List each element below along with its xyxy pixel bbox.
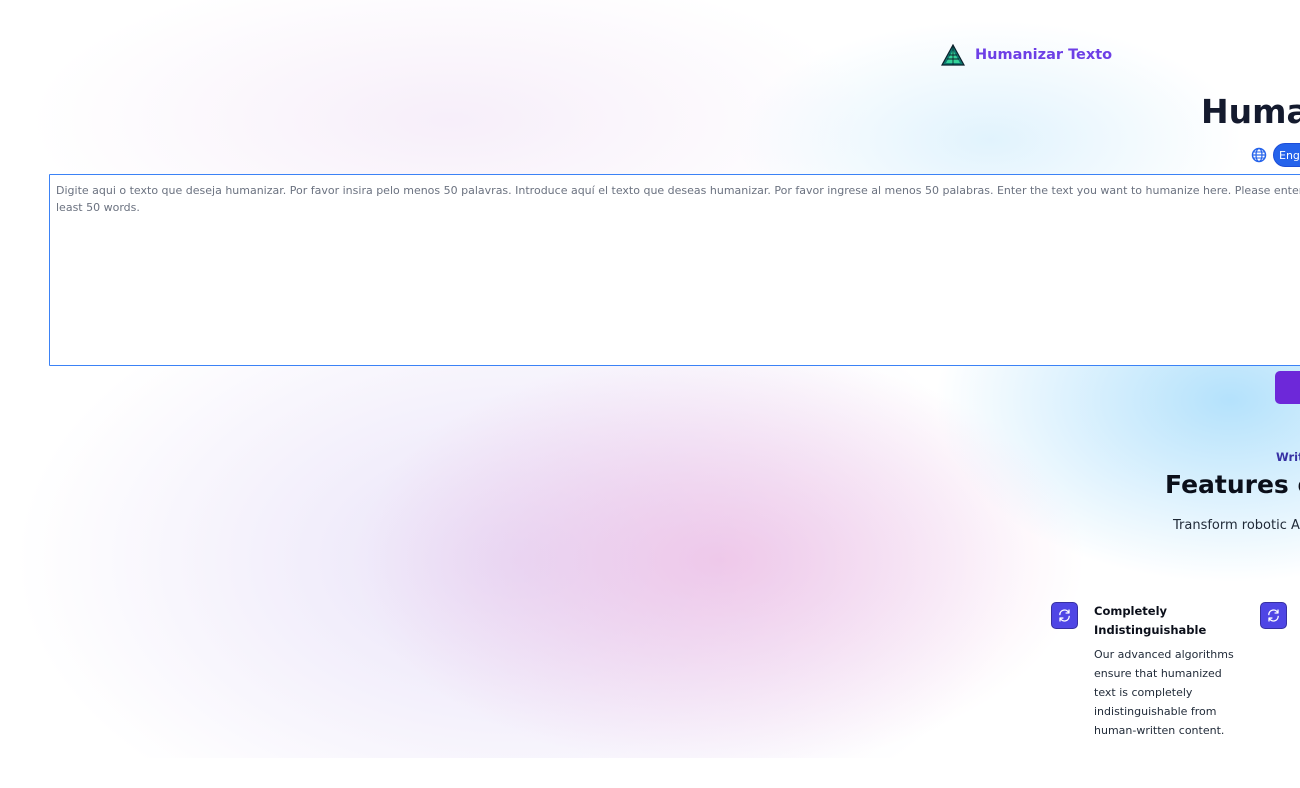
refresh-icon bbox=[1268, 609, 1279, 622]
feature-title-1: Completely Indistinguishable bbox=[1094, 604, 1207, 637]
page: Humanizar Texto Huma Eng Writ Features o… bbox=[0, 0, 1300, 788]
pyramid-logo-icon bbox=[941, 44, 965, 66]
feature-icon-1 bbox=[1051, 602, 1078, 629]
feature-icon-2 bbox=[1260, 602, 1287, 629]
humanize-button[interactable] bbox=[1275, 371, 1300, 404]
features-subtitle: Transform robotic AI bbox=[1173, 518, 1300, 533]
page-title: Huma bbox=[1201, 92, 1300, 131]
features-eyebrow: Writ bbox=[1276, 450, 1300, 464]
globe-icon bbox=[1251, 147, 1267, 163]
text-input[interactable] bbox=[49, 174, 1300, 366]
features-title: Features o bbox=[1165, 470, 1300, 499]
language-select[interactable]: Eng bbox=[1273, 143, 1300, 167]
brand-link[interactable]: Humanizar Texto bbox=[941, 44, 1112, 66]
feature-description-1: Our advanced algorithms ensure that huma… bbox=[1094, 648, 1234, 737]
refresh-icon bbox=[1059, 609, 1070, 622]
brand-name: Humanizar Texto bbox=[975, 47, 1113, 63]
